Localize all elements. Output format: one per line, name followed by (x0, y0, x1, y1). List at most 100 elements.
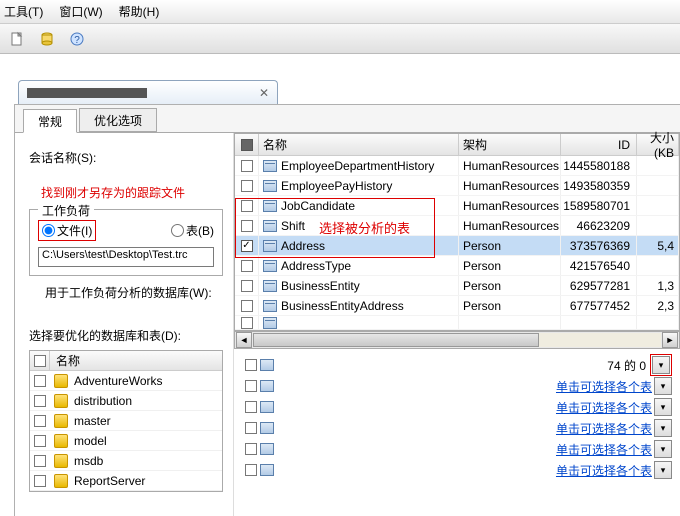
cell-id: 1493580359 (561, 176, 637, 195)
menubar: 工具(T) 窗口(W) 帮助(H) (0, 0, 680, 24)
select-tables-link[interactable]: 单击可选择各个表 (556, 462, 652, 479)
row-checkbox[interactable] (241, 260, 253, 272)
row-checkbox[interactable] (241, 317, 253, 329)
select-tables-link[interactable]: 单击可选择各个表 (556, 399, 652, 416)
db-checkbox[interactable] (34, 455, 46, 467)
table-row[interactable]: ShiftHumanResources46623209 (235, 216, 679, 236)
table-icon (263, 220, 277, 232)
scroll-left-icon[interactable]: ◄ (236, 332, 252, 348)
cell-schema: Person (459, 276, 561, 295)
row-checkbox[interactable] (241, 300, 253, 312)
scroll-right-icon[interactable]: ► (662, 332, 678, 348)
col-id[interactable]: ID (561, 134, 637, 155)
select-tables-link[interactable]: 单击可选择各个表 (556, 378, 652, 395)
select-tables-link[interactable]: 单击可选择各个表 (556, 420, 652, 437)
table-icon (263, 240, 277, 252)
document-tab[interactable]: ✕ (18, 80, 278, 104)
db-checkbox[interactable] (34, 475, 46, 487)
cell-id: 46623209 (561, 216, 637, 235)
counter-text: 74 的 0 (607, 357, 646, 374)
col-schema[interactable]: 架构 (459, 134, 561, 155)
db-row[interactable]: msdb (30, 451, 222, 471)
link-checkbox[interactable] (245, 443, 257, 455)
table-row[interactable]: BusinessEntityAddressPerson6775774522,3 (235, 296, 679, 316)
scroll-thumb[interactable] (253, 333, 539, 347)
menu-help[interactable]: 帮助(H) (119, 3, 160, 20)
lower-check[interactable] (245, 359, 257, 371)
cell-size: 5,4 (637, 236, 679, 255)
dropdown-icon[interactable]: ▾ (654, 398, 672, 416)
dropdown-icon[interactable]: ▾ (654, 461, 672, 479)
cell-schema: Person (459, 236, 561, 255)
workload-group: 工作负荷 文件(I) 表(B) C:\Users\test\Desktop\Te… (29, 209, 223, 276)
cell-size (637, 216, 679, 235)
table-icon (263, 317, 277, 329)
grid-checkall[interactable] (241, 139, 253, 151)
db-checkbox[interactable] (34, 435, 46, 447)
db-row[interactable]: distribution (30, 391, 222, 411)
tables-grid: 名称 架构 ID 大小(KB EmployeeDepartmentHistory… (234, 133, 680, 331)
table-row[interactable]: AddressPerson3735763695,4 (235, 236, 679, 256)
link-checkbox[interactable] (245, 422, 257, 434)
radio-file[interactable]: 文件(I) (42, 222, 92, 239)
close-icon[interactable]: ✕ (259, 86, 269, 100)
file-path-input[interactable]: C:\Users\test\Desktop\Test.trc (38, 247, 214, 267)
table-row[interactable]: AddressTypePerson421576540 (235, 256, 679, 276)
table-row[interactable] (235, 316, 679, 330)
dropdown-icon[interactable]: ▾ (652, 356, 670, 374)
cell-name: BusinessEntityAddress (281, 299, 404, 313)
dropdown-icon[interactable]: ▾ (654, 419, 672, 437)
row-checkbox[interactable] (241, 280, 253, 292)
tab-general[interactable]: 常规 (23, 109, 77, 133)
cell-name: Address (281, 239, 325, 253)
db-checkall[interactable] (34, 355, 46, 367)
db-row[interactable]: model (30, 431, 222, 451)
cell-name: EmployeePayHistory (281, 179, 392, 193)
menu-window[interactable]: 窗口(W) (59, 3, 102, 20)
dropdown-icon[interactable]: ▾ (654, 377, 672, 395)
tab-tuning[interactable]: 优化选项 (79, 108, 157, 132)
new-icon[interactable] (6, 28, 28, 50)
col-name[interactable]: 名称 (259, 134, 459, 155)
cell-size (637, 256, 679, 275)
db-checkbox[interactable] (34, 415, 46, 427)
cell-id: 421576540 (561, 256, 637, 275)
db-checkbox[interactable] (34, 395, 46, 407)
doc-title-redacted (27, 88, 147, 98)
link-checkbox[interactable] (245, 464, 257, 476)
link-checkbox[interactable] (245, 380, 257, 392)
help-icon[interactable]: ? (66, 28, 88, 50)
table-row[interactable]: EmployeeDepartmentHistoryHumanResources1… (235, 156, 679, 176)
table-row[interactable]: JobCandidateHumanResources1589580701 (235, 196, 679, 216)
row-checkbox[interactable] (241, 200, 253, 212)
db-row[interactable]: master (30, 411, 222, 431)
horizontal-scrollbar[interactable]: ◄ ► (234, 331, 680, 349)
open-db-icon[interactable] (36, 28, 58, 50)
db-name: distribution (72, 394, 222, 408)
link-checkbox[interactable] (245, 401, 257, 413)
cell-id: 677577452 (561, 296, 637, 315)
main-panel: 常规 优化选项 会话名称(S): 找到刚才另存为的跟踪文件 工作负荷 文件(I)… (14, 104, 680, 516)
row-checkbox[interactable] (241, 220, 253, 232)
menu-tools[interactable]: 工具(T) (4, 3, 43, 20)
cell-schema: HumanResources (459, 216, 561, 235)
table-icon (263, 260, 277, 272)
row-checkbox[interactable] (241, 160, 253, 172)
workload-legend: 工作负荷 (38, 202, 94, 219)
link-row: 单击可选择各个表▾ (242, 439, 672, 459)
dropdown-icon[interactable]: ▾ (654, 440, 672, 458)
row-checkbox[interactable] (241, 240, 253, 252)
radio-table[interactable]: 表(B) (171, 222, 214, 239)
table-icon (263, 200, 277, 212)
svg-text:?: ? (74, 35, 80, 46)
cell-schema: HumanResources (459, 156, 561, 175)
table-row[interactable]: EmployeePayHistoryHumanResources14935803… (235, 176, 679, 196)
table-row[interactable]: BusinessEntityPerson6295772811,3 (235, 276, 679, 296)
select-tables-link[interactable]: 单击可选择各个表 (556, 441, 652, 458)
db-checkbox[interactable] (34, 375, 46, 387)
database-list: 名称 AdventureWorksdistributionmastermodel… (29, 350, 223, 492)
col-size[interactable]: 大小(KB (637, 134, 679, 155)
db-row[interactable]: AdventureWorks (30, 371, 222, 391)
row-checkbox[interactable] (241, 180, 253, 192)
db-row[interactable]: ReportServer (30, 471, 222, 491)
